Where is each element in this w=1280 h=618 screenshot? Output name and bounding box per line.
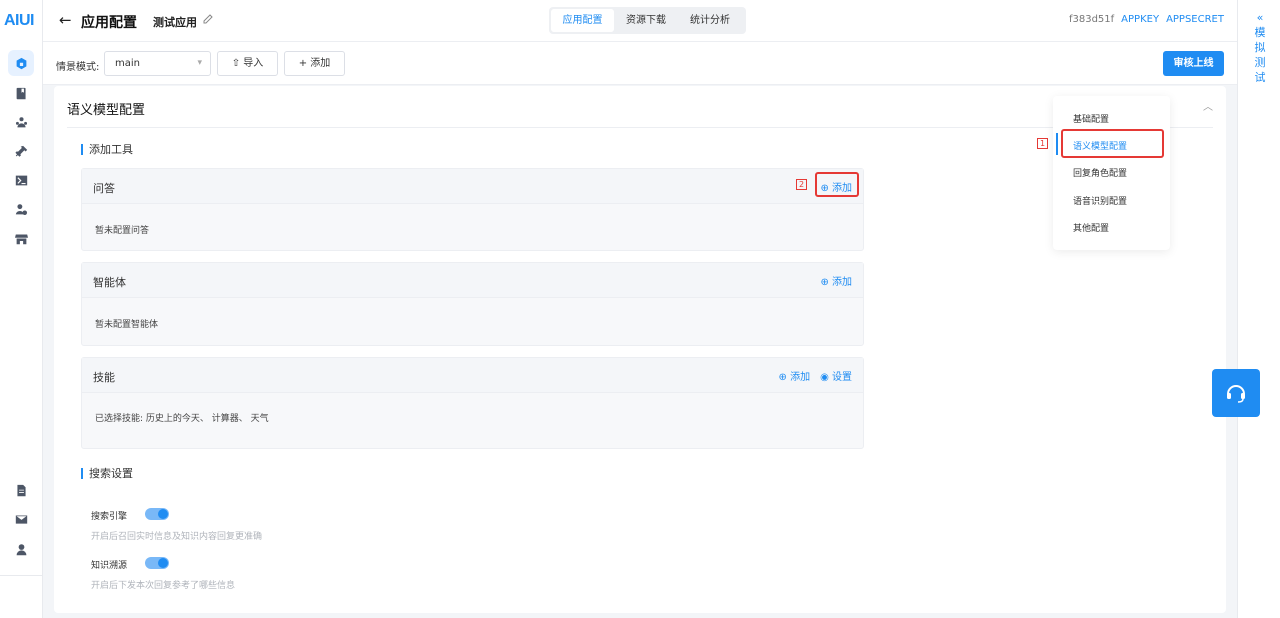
menu-item-speech-recognition[interactable]: 语音识别配置 — [1073, 194, 1127, 207]
search-heading: 搜索设置 — [81, 468, 133, 479]
book-icon[interactable] — [13, 85, 29, 101]
terminal-icon[interactable] — [13, 172, 29, 188]
skill-actions: ⊕ 添加 ◉ 设置 — [779, 368, 852, 383]
headset-icon — [1227, 385, 1245, 403]
plugin-icon[interactable] — [13, 143, 29, 159]
highlight-box-add-qa — [815, 172, 859, 197]
skill-add-label: 添加 — [790, 372, 811, 383]
card-title: 语义模型配置 — [67, 103, 146, 118]
account-icon[interactable] — [13, 541, 29, 557]
qa-panel-header: 问答 ⊕ 添加 — [82, 169, 863, 204]
search-engine-label: 搜索引擎 — [91, 512, 128, 522]
qa-empty-text: 暂未配置问答 — [95, 226, 150, 236]
agent-add-button[interactable]: ⊕ 添加 — [820, 273, 852, 288]
agent-panel-header: 智能体 ⊕ 添加 — [82, 263, 863, 298]
rail-divider — [0, 575, 43, 576]
upload-icon: ⇧ — [231, 58, 241, 69]
toolbar: 情景模式: main ▾ ⇧ 导入 + 添加 审核上线 — [43, 42, 1237, 85]
search-engine-switch[interactable] — [145, 508, 169, 520]
double-chevron-left-icon: « — [1256, 11, 1264, 24]
agent-empty-text: 暂未配置智能体 — [95, 320, 159, 330]
skill-settings-button[interactable]: ◉ 设置 — [820, 368, 852, 383]
annotation-marker-2: 2 — [796, 179, 807, 190]
add-label: 添加 — [310, 58, 331, 69]
skill-settings-label: 设置 — [832, 372, 852, 383]
appkey-link[interactable]: APPKEY — [1121, 14, 1159, 25]
menu-active-indicator — [1056, 133, 1058, 155]
search-engine-hint: 开启后召回实时信息及知识内容回复更准确 — [91, 532, 263, 542]
page-title: 应用配置 — [81, 15, 137, 31]
agent-actions: ⊕ 添加 — [820, 273, 852, 288]
skill-title: 技能 — [93, 371, 115, 384]
menu-item-basic[interactable]: 基础配置 — [1073, 112, 1109, 125]
app-id: f383d51f — [1068, 14, 1115, 25]
scene-select-value: main — [115, 58, 140, 69]
header-right: f383d51f APPKEY APPSECRET — [1069, 14, 1224, 25]
knowledge-trace-switch[interactable] — [145, 557, 169, 569]
import-label: 导入 — [243, 58, 264, 69]
document-icon[interactable] — [13, 482, 29, 498]
knowledge-trace-label: 知识溯源 — [91, 561, 128, 571]
submit-review-button[interactable]: 审核上线 — [1163, 51, 1224, 76]
mock-test-char: 测 — [1254, 56, 1266, 69]
mock-test-char: 拟 — [1254, 41, 1266, 54]
chevron-down-icon: ▾ — [197, 58, 202, 68]
top-tabs: 应用配置 资源下载 统计分析 — [549, 7, 746, 34]
skill-panel: 技能 ⊕ 添加 ◉ 设置 已选择技能: 历史上的今天、 计算器、 天气 — [81, 357, 864, 449]
left-rail: AIUI — [0, 0, 43, 618]
section-menu: 基础配置 语义模型配置 回复角色配置 语音识别配置 其他配置 — [1053, 96, 1170, 250]
scene-select[interactable]: main ▾ — [104, 51, 211, 76]
mock-test-strip[interactable]: « 模 拟 测 试 — [1237, 0, 1280, 618]
plus-icon: + — [298, 58, 308, 69]
scene-label: 情景模式: — [56, 62, 100, 73]
qa-title: 问答 — [93, 182, 115, 195]
appsecret-link[interactable]: APPSECRET — [1166, 14, 1224, 25]
team-icon[interactable] — [13, 114, 29, 130]
apps-icon[interactable] — [8, 50, 34, 76]
import-button[interactable]: ⇧ 导入 — [217, 51, 278, 76]
arrow-left-icon[interactable]: ← — [59, 11, 72, 29]
semantic-model-card: 语义模型配置 ︿ 添加工具 问答 ⊕ 添加 暂未配置问答 2 智能体 ⊕ 添加 … — [54, 86, 1226, 613]
qa-panel: 问答 ⊕ 添加 暂未配置问答 — [81, 168, 864, 251]
agent-panel: 智能体 ⊕ 添加 暂未配置智能体 — [81, 262, 864, 346]
skill-add-button[interactable]: ⊕ 添加 — [779, 368, 811, 383]
annotation-marker-1: 1 — [1037, 138, 1048, 149]
mock-test-char: 模 — [1254, 26, 1266, 39]
edit-icon[interactable] — [203, 14, 213, 24]
skill-panel-header: 技能 ⊕ 添加 ◉ 设置 — [82, 358, 863, 393]
agent-add-label: 添加 — [832, 277, 852, 288]
store-icon[interactable] — [13, 230, 29, 246]
logo: AIUI — [4, 12, 35, 29]
mock-test-char: 试 — [1254, 71, 1266, 84]
highlight-box-semantic-model — [1061, 129, 1164, 158]
tab-statistics[interactable]: 统计分析 — [678, 9, 742, 32]
selected-skills-text: 已选择技能: 历史上的今天、 计算器、 天气 — [95, 414, 269, 424]
user-settings-icon[interactable] — [13, 201, 29, 217]
tab-resource-download[interactable]: 资源下载 — [614, 9, 678, 32]
app-name: 测试应用 — [153, 16, 197, 29]
knowledge-trace-hint: 开启后下发本次回复参考了哪些信息 — [91, 581, 236, 591]
chevron-up-icon[interactable]: ︿ — [1203, 98, 1213, 113]
menu-item-other[interactable]: 其他配置 — [1073, 221, 1109, 234]
mock-test-toggle[interactable]: « 模 拟 测 试 — [1254, 10, 1266, 85]
card-divider — [67, 127, 1213, 128]
top-header: ← 应用配置 测试应用 应用配置 资源下载 统计分析 f383d51f APPK… — [43, 0, 1237, 42]
support-button[interactable] — [1212, 369, 1260, 417]
add-scene-button[interactable]: + 添加 — [284, 51, 345, 76]
tab-app-config[interactable]: 应用配置 — [551, 9, 614, 32]
mail-icon[interactable] — [13, 511, 29, 527]
tools-heading: 添加工具 — [81, 144, 133, 155]
agent-title: 智能体 — [93, 276, 126, 289]
menu-item-reply-role[interactable]: 回复角色配置 — [1073, 166, 1127, 179]
